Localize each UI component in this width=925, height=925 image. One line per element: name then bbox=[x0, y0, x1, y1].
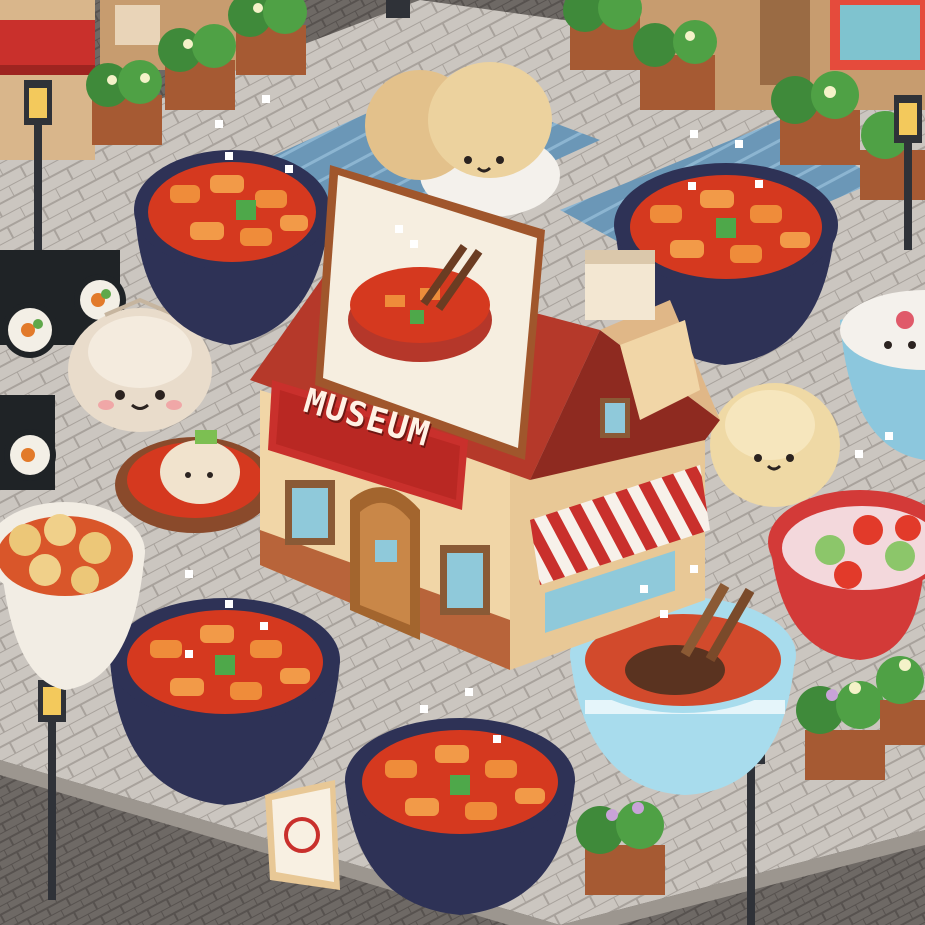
planter bbox=[633, 20, 717, 110]
dumpling-icon bbox=[710, 383, 840, 507]
planter bbox=[576, 801, 665, 895]
game-scene: MUSEUM bbox=[0, 0, 925, 925]
gimbap-roll-icon bbox=[0, 395, 56, 490]
planter bbox=[771, 71, 860, 165]
street-lamp-icon bbox=[386, 0, 410, 18]
planter bbox=[228, 0, 307, 75]
planter bbox=[876, 656, 925, 745]
game-canvas bbox=[0, 0, 925, 925]
planter bbox=[563, 0, 642, 70]
planter bbox=[158, 24, 236, 110]
ticket-sign bbox=[265, 780, 340, 890]
planter bbox=[796, 681, 885, 780]
planter bbox=[86, 60, 162, 145]
